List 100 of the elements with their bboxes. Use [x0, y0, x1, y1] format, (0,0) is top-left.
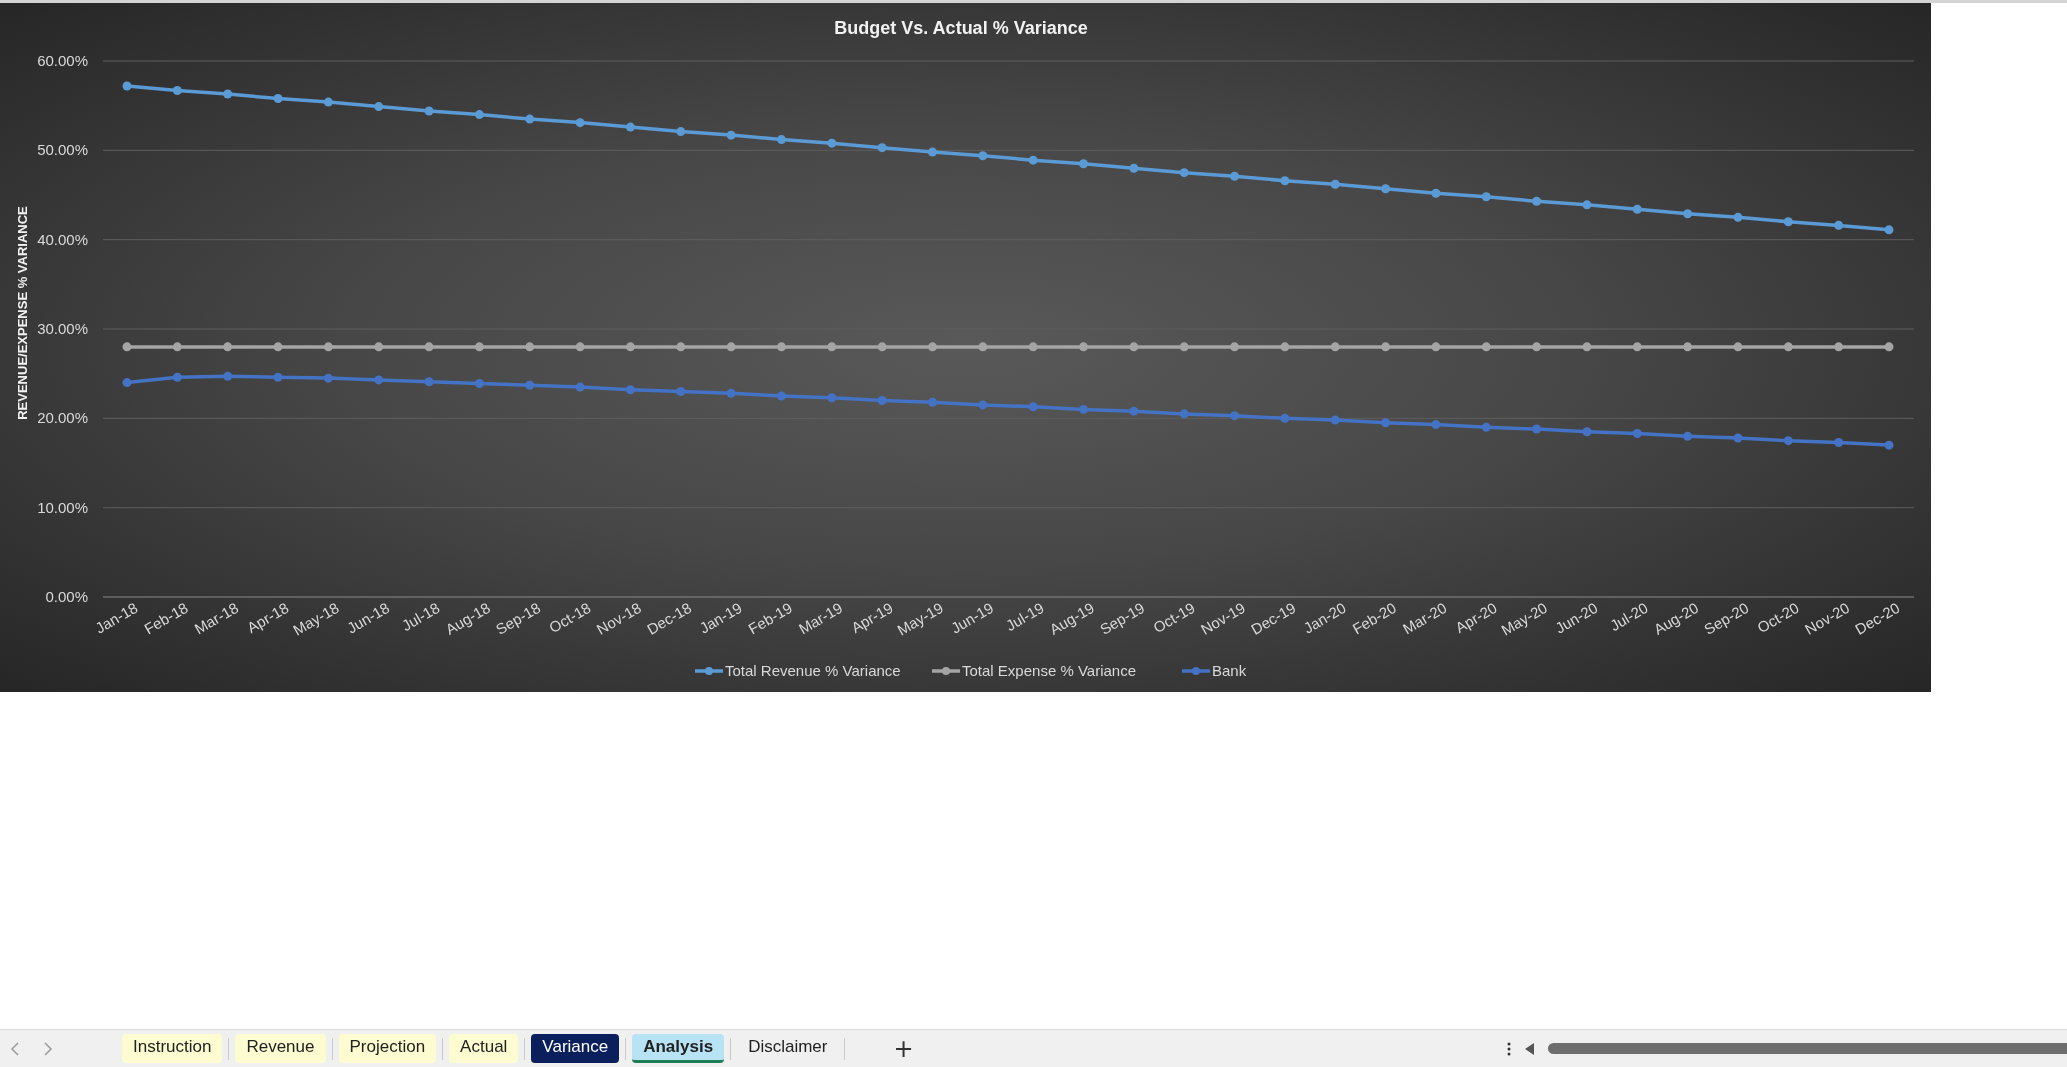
data-point	[223, 89, 233, 99]
data-point	[1330, 415, 1340, 425]
data-point	[776, 391, 786, 401]
data-point	[928, 397, 937, 407]
data-point	[525, 342, 535, 352]
data-point	[1481, 422, 1491, 432]
data-point	[323, 373, 333, 383]
data-point	[172, 372, 182, 382]
data-point	[978, 151, 988, 161]
data-point	[223, 371, 233, 381]
data-point	[323, 97, 333, 107]
sheet-tab[interactable]: Revenue	[235, 1034, 326, 1063]
data-point	[625, 122, 635, 132]
data-point	[374, 375, 384, 385]
data-point	[1179, 342, 1189, 352]
data-point	[1079, 342, 1088, 352]
data-point	[424, 106, 434, 116]
data-point	[1028, 155, 1038, 165]
data-point	[1532, 196, 1542, 206]
legend-marker-icon	[695, 667, 723, 675]
legend-marker-icon	[1182, 667, 1210, 675]
data-point	[1230, 411, 1240, 421]
data-point	[1733, 212, 1743, 222]
data-point	[1381, 342, 1391, 352]
data-point	[1129, 163, 1139, 173]
data-point	[474, 342, 484, 352]
y-tick-label: 40.00%	[37, 230, 88, 248]
scroll-left-icon[interactable]	[1525, 1042, 1534, 1055]
data-point	[273, 372, 283, 382]
data-point	[827, 138, 837, 148]
data-point	[1834, 437, 1844, 447]
data-point	[1280, 342, 1290, 352]
legend-label: Total Expense % Variance	[962, 662, 1136, 679]
data-point	[625, 385, 635, 395]
data-point	[273, 94, 283, 103]
data-point	[273, 342, 283, 352]
data-point	[122, 378, 132, 388]
data-point	[323, 342, 333, 352]
data-point	[1330, 342, 1340, 352]
data-point	[1582, 200, 1592, 210]
data-point	[1532, 342, 1542, 352]
sheet-tab[interactable]: Instruction	[122, 1034, 223, 1063]
previous-sheet-icon[interactable]	[10, 1041, 20, 1056]
chart-title: Budget Vs. Actual % Variance	[834, 18, 1088, 38]
data-point	[1632, 429, 1642, 438]
sheet-tab[interactable]: Projection	[338, 1034, 437, 1063]
data-point	[1683, 209, 1693, 219]
sheet-tab[interactable]: Variance	[531, 1034, 620, 1063]
data-point	[1481, 342, 1491, 352]
legend-label: Bank	[1212, 662, 1247, 679]
y-tick-label: 10.00%	[37, 498, 88, 516]
add-sheet-button[interactable]: +	[885, 1034, 922, 1063]
data-point	[1280, 413, 1290, 423]
data-point	[1431, 188, 1441, 198]
data-point	[978, 400, 988, 410]
data-point	[1783, 217, 1793, 227]
data-point	[374, 102, 384, 112]
sheet-tab[interactable]: Analysis	[632, 1034, 725, 1063]
data-point	[474, 110, 484, 120]
data-point	[1179, 409, 1189, 419]
data-point	[1028, 342, 1038, 352]
data-point	[172, 342, 182, 352]
data-point	[1330, 179, 1340, 189]
y-tick-label: 60.00%	[37, 52, 88, 69]
horizontal-scrollbar[interactable]	[1548, 1043, 2067, 1054]
data-point	[122, 81, 132, 91]
data-point	[1179, 168, 1189, 178]
data-point	[1683, 431, 1693, 441]
data-point	[1481, 192, 1491, 202]
data-point	[1582, 342, 1592, 352]
data-point	[1079, 159, 1088, 169]
data-point	[374, 342, 384, 352]
data-point	[1381, 184, 1391, 194]
data-point	[1129, 342, 1139, 352]
data-point	[676, 127, 686, 137]
data-point	[575, 382, 585, 392]
data-point	[1381, 418, 1391, 428]
data-point	[928, 342, 937, 352]
data-point	[625, 342, 635, 352]
data-point	[1280, 176, 1290, 186]
more-options-icon[interactable]	[1507, 1041, 1511, 1056]
sheet-tab[interactable]: Disclaimer	[737, 1034, 839, 1063]
y-tick-label: 50.00%	[37, 141, 88, 159]
data-point	[877, 342, 887, 352]
next-sheet-icon[interactable]	[43, 1041, 53, 1056]
data-point	[1129, 406, 1139, 416]
y-tick-label: 20.00%	[37, 409, 88, 427]
data-point	[877, 395, 887, 405]
data-point	[1431, 420, 1441, 430]
data-point	[223, 342, 233, 352]
data-point	[726, 388, 736, 398]
data-point	[1884, 342, 1894, 352]
data-point	[827, 393, 837, 403]
data-point	[1783, 436, 1793, 446]
data-point	[525, 114, 535, 124]
legend-label: Total Revenue % Variance	[725, 662, 901, 679]
sheet-tab[interactable]: Actual	[449, 1034, 519, 1063]
data-point	[1028, 402, 1038, 412]
data-point	[676, 342, 686, 352]
data-point	[1783, 342, 1793, 352]
